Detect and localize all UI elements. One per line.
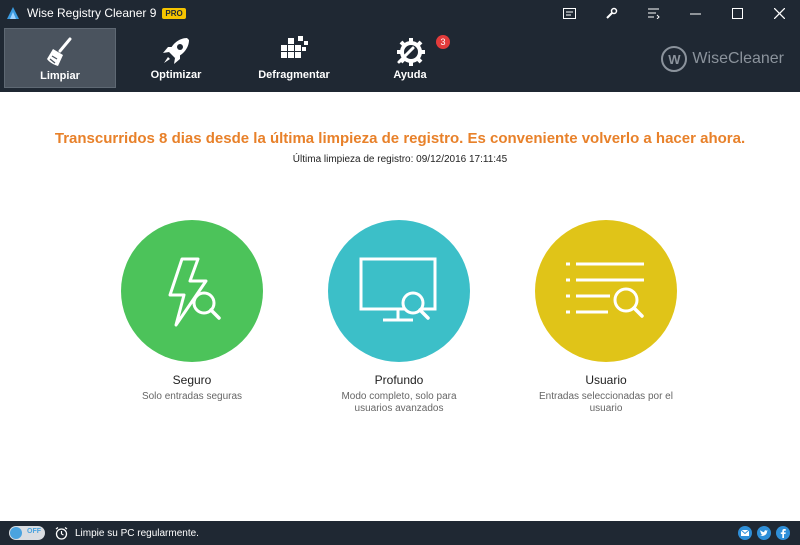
- seguro-scan-button[interactable]: [121, 220, 263, 362]
- broom-icon: [47, 37, 72, 66]
- last-clean-date: Última limpieza de registro: 09/12/2016 …: [292, 154, 508, 165]
- window-title: Wise Registry Cleaner 9: [27, 6, 157, 20]
- alarm-clock-icon[interactable]: [55, 526, 68, 540]
- maximize-icon: [731, 7, 743, 19]
- mode-seguro-title: Seguro: [172, 373, 212, 387]
- tab-ayuda[interactable]: 3 Ayuda: [354, 28, 466, 88]
- menu-icon: [562, 7, 576, 19]
- mode-seguro-desc: Solo entradas seguras: [141, 391, 243, 402]
- schedule-toggle[interactable]: OFF: [9, 526, 45, 540]
- list-search-icon: [566, 262, 644, 318]
- social-links: [738, 526, 790, 540]
- status-bar: OFF Limpie su PC regularmente.: [0, 521, 800, 545]
- notification-badge: 3: [436, 35, 450, 49]
- mode-profundo-title: Profundo: [374, 373, 424, 387]
- twitter-icon[interactable]: [757, 526, 771, 540]
- rocket-icon: [163, 38, 189, 64]
- app-logo-icon: [7, 7, 19, 19]
- close-icon: [773, 7, 785, 19]
- menu-button[interactable]: [548, 0, 590, 26]
- main-toolbar: Limpiar Optimizar Defragmentar 3 Ayuda W…: [0, 26, 800, 92]
- cleaning-reminder: Transcurridos 8 dias desde la última lim…: [54, 130, 746, 147]
- title-bar: Wise Registry Cleaner 9 PRO: [0, 0, 800, 26]
- maximize-button[interactable]: [716, 0, 758, 26]
- wisecleaner-logo[interactable]: W WiseCleaner: [661, 46, 784, 72]
- minimize-icon: [689, 13, 701, 14]
- mode-usuario-desc: Entradas seleccionadas por el usuario: [539, 391, 673, 414]
- minimize-button[interactable]: [674, 0, 716, 26]
- profundo-scan-button[interactable]: [328, 220, 470, 362]
- tab-limpiar-label: Limpiar: [40, 70, 80, 82]
- tools-icon: [605, 7, 617, 19]
- tab-defragmentar[interactable]: Defragmentar: [238, 28, 350, 88]
- mode-profundo-desc: Modo completo, solo para usuarios avanza…: [341, 391, 457, 414]
- tab-optimizar-label: Optimizar: [150, 69, 202, 81]
- close-button[interactable]: [758, 0, 800, 26]
- usuario-scan-button[interactable]: [535, 220, 677, 362]
- tab-optimizar[interactable]: Optimizar: [120, 28, 232, 88]
- tab-defragmentar-label: Defragmentar: [258, 69, 330, 81]
- skin-icon: [647, 8, 660, 19]
- tab-ayuda-label: Ayuda: [393, 69, 427, 81]
- toggle-state: OFF: [27, 528, 41, 535]
- wrench-gear-icon: [397, 38, 425, 66]
- defrag-icon: [281, 36, 308, 58]
- pro-badge: PRO: [162, 7, 186, 19]
- mode-profundo[interactable]: Profundo Modo completo, solo para usuari…: [304, 220, 494, 415]
- monitor-search-icon: [359, 257, 437, 322]
- mode-usuario-title: Usuario: [585, 373, 627, 387]
- skin-button[interactable]: [632, 0, 674, 26]
- tools-button[interactable]: [590, 0, 632, 26]
- mode-seguro[interactable]: Seguro Solo entradas seguras: [97, 220, 287, 403]
- mode-usuario[interactable]: Usuario Entradas seleccionadas por el us…: [511, 220, 701, 415]
- toggle-knob: [10, 527, 22, 539]
- tab-limpiar[interactable]: Limpiar: [4, 28, 116, 88]
- email-icon[interactable]: [738, 526, 752, 540]
- brand-mark: W: [661, 46, 688, 72]
- facebook-icon[interactable]: [776, 526, 790, 540]
- brand-name: WiseCleaner: [692, 50, 784, 67]
- lightning-search-icon: [168, 257, 221, 327]
- status-message: Limpie su PC regularmente.: [75, 527, 199, 539]
